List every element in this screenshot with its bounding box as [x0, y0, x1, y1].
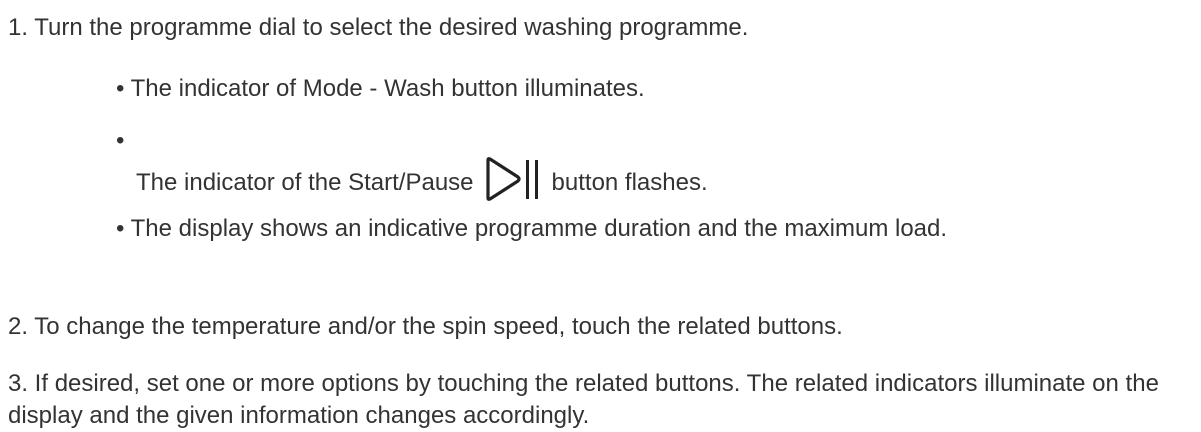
bullet-mode-wash-text: • The indicator of Mode - Wash button il…	[116, 75, 645, 102]
bullet-dot: •	[116, 127, 125, 154]
bullet-start-pause-text-after: button flashes.	[551, 169, 708, 196]
step-3-text: 3. If desired, set one or more options b…	[8, 370, 1159, 429]
step-1-text: 1. Turn the programme dial to select the…	[8, 14, 749, 41]
bullet-display-text: • The display shows an indicative progra…	[116, 215, 948, 242]
start-pause-icon	[484, 157, 542, 201]
bullet-start-pause-text-before: The indicator of the Start/Pause	[136, 169, 474, 196]
bullet-start-pause-line: The indicator of the Start/Pause button …	[136, 155, 708, 201]
step-2-text: 2. To change the temperature and/or the …	[8, 313, 843, 340]
